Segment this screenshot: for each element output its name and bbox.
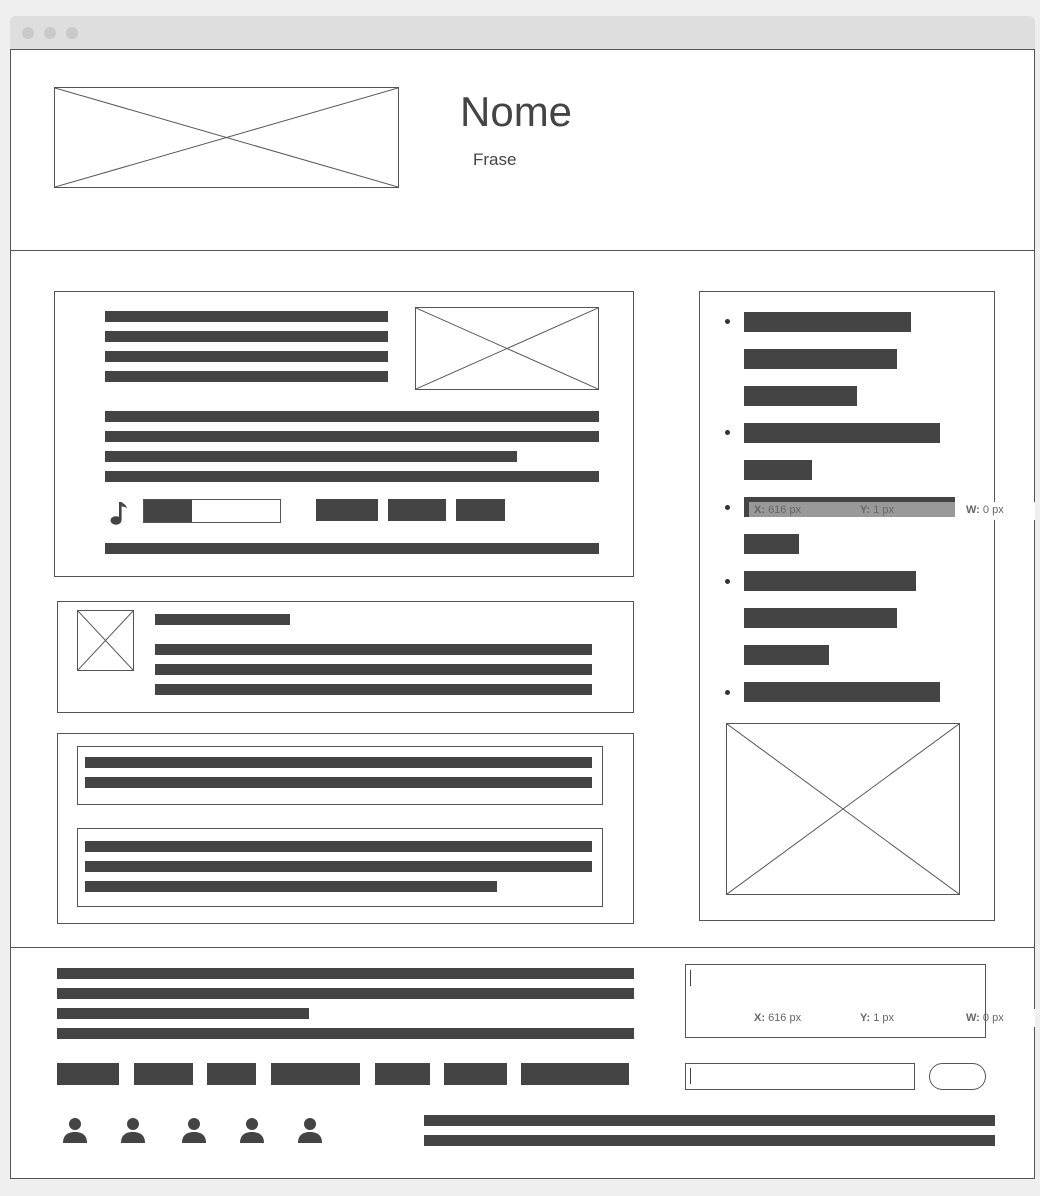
sidebar-link[interactable] [744, 460, 812, 480]
footer-text-line [57, 1028, 634, 1039]
text-line [85, 861, 592, 872]
footer-link[interactable] [271, 1063, 360, 1085]
footer-link[interactable] [521, 1063, 629, 1085]
list-bullet [725, 430, 730, 435]
text-line [155, 644, 592, 655]
text-line [155, 664, 592, 675]
footer-link[interactable] [57, 1063, 119, 1085]
text-line [85, 881, 497, 892]
player-button[interactable] [456, 499, 505, 521]
summary-heading-line [155, 614, 290, 625]
page-subtitle: Frase [473, 150, 517, 169]
list-bullet [725, 690, 730, 695]
list-bullet [725, 319, 730, 324]
header-logo-image [54, 87, 399, 188]
image-placeholder-icon [727, 724, 959, 894]
image-placeholder-icon [55, 88, 398, 187]
text-line [105, 351, 388, 362]
image-placeholder-icon [416, 308, 598, 389]
window-maximize-dot[interactable] [66, 27, 78, 39]
copyright-line [424, 1115, 995, 1126]
sidebar-link[interactable] [744, 534, 799, 554]
text-line [105, 431, 599, 442]
text-line [105, 311, 388, 322]
message-textarea[interactable] [685, 964, 986, 1038]
sidebar-link[interactable] [744, 349, 897, 369]
text-caret [690, 1068, 691, 1084]
sidebar-link[interactable] [744, 423, 940, 443]
player-button[interactable] [388, 499, 446, 521]
text-line [155, 684, 592, 695]
header-divider [10, 250, 1035, 251]
list-bullet [725, 505, 730, 510]
summary-thumbnail [77, 610, 134, 671]
list-bullet [725, 579, 730, 584]
text-caret [690, 970, 691, 986]
text-line [85, 757, 592, 768]
text-line [105, 411, 599, 422]
text-line [85, 841, 592, 852]
submit-button[interactable] [929, 1063, 986, 1090]
measure-w-readout: W: 0 px [966, 504, 1004, 516]
sidebar-link[interactable] [744, 571, 916, 591]
measure-x-readout: X: 616 px [754, 1012, 802, 1024]
user-icon[interactable] [181, 1116, 207, 1144]
footer-text-line [57, 1008, 309, 1019]
music-note-icon [109, 500, 129, 526]
footer-text-line [57, 968, 634, 979]
user-icon[interactable] [62, 1116, 88, 1144]
measure-y-readout: Y: 1 px [860, 1012, 895, 1024]
text-line [105, 451, 517, 462]
sidebar-link[interactable] [744, 312, 911, 332]
footer-divider [10, 947, 1035, 948]
copyright-line [424, 1135, 995, 1146]
comment-item [77, 746, 603, 805]
image-placeholder-icon [78, 611, 133, 670]
window-close-dot[interactable] [22, 27, 34, 39]
sidebar-image [726, 723, 960, 895]
footer-link[interactable] [134, 1063, 193, 1085]
summary-card [57, 601, 634, 713]
user-icon[interactable] [297, 1116, 323, 1144]
audio-progress-fill [144, 500, 192, 522]
text-line [85, 777, 592, 788]
footer-link[interactable] [444, 1063, 507, 1085]
audio-progress-slider[interactable] [143, 499, 281, 523]
sidebar-link[interactable] [744, 608, 897, 628]
footer-link[interactable] [207, 1063, 256, 1085]
measure-w-readout: W: 0 px [966, 1012, 1004, 1024]
page-title: Nome [460, 88, 573, 135]
user-icon[interactable] [120, 1116, 146, 1144]
window-minimize-dot[interactable] [44, 27, 56, 39]
article-image [415, 307, 599, 390]
text-line [105, 331, 388, 342]
sidebar-link[interactable] [744, 682, 940, 702]
footer-text-line [57, 988, 634, 999]
measure-x-readout: X: 616 px [754, 504, 802, 516]
user-icon[interactable] [239, 1116, 265, 1144]
measure-y-readout: Y: 1 px [860, 504, 895, 516]
text-line [105, 471, 599, 482]
footer-link[interactable] [375, 1063, 430, 1085]
newsletter-input[interactable] [685, 1063, 915, 1090]
sidebar-link[interactable] [744, 386, 857, 406]
player-button[interactable] [316, 499, 378, 521]
text-line [105, 371, 388, 382]
text-line [105, 543, 599, 554]
sidebar-link[interactable] [744, 645, 829, 665]
window-titlebar [10, 16, 1035, 50]
